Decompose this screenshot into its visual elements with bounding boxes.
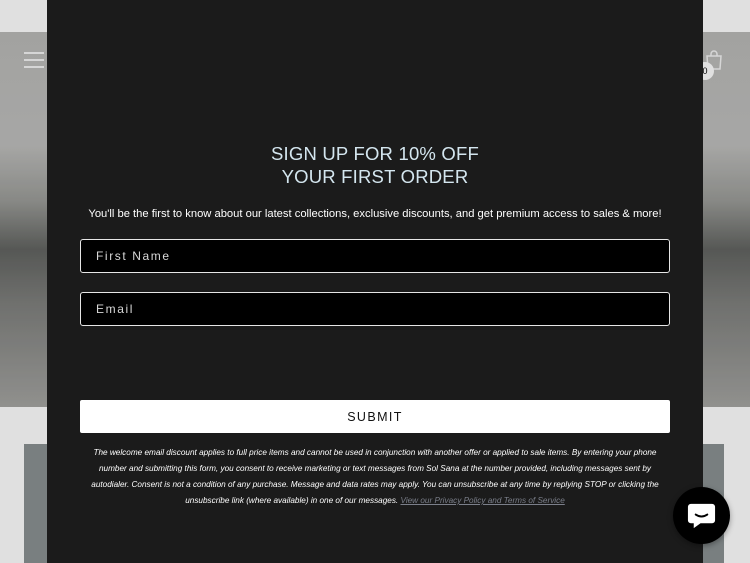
modal-title-line-2: YOUR FIRST ORDER (281, 166, 469, 187)
submit-button[interactable]: SUBMIT (80, 400, 670, 433)
modal-title-line-1: SIGN UP FOR 10% OFF (270, 143, 480, 164)
privacy-policy-link[interactable]: View our Privacy Policy and Terms of Ser… (401, 496, 565, 505)
first-name-input[interactable] (80, 239, 670, 273)
email-input[interactable] (80, 292, 670, 326)
modal-title: SIGN UP FOR 10% OFF YOUR FIRST ORDER (47, 142, 703, 188)
legal-text: The welcome email discount applies to fu… (91, 448, 659, 505)
chat-button[interactable] (673, 487, 730, 544)
chat-bubble-icon (687, 503, 716, 529)
modal-description: You'll be the first to know about our la… (88, 208, 662, 220)
signup-modal: SIGN UP FOR 10% OFF YOUR FIRST ORDER You… (47, 0, 703, 563)
legal-disclaimer: The welcome email discount applies to fu… (84, 445, 666, 509)
